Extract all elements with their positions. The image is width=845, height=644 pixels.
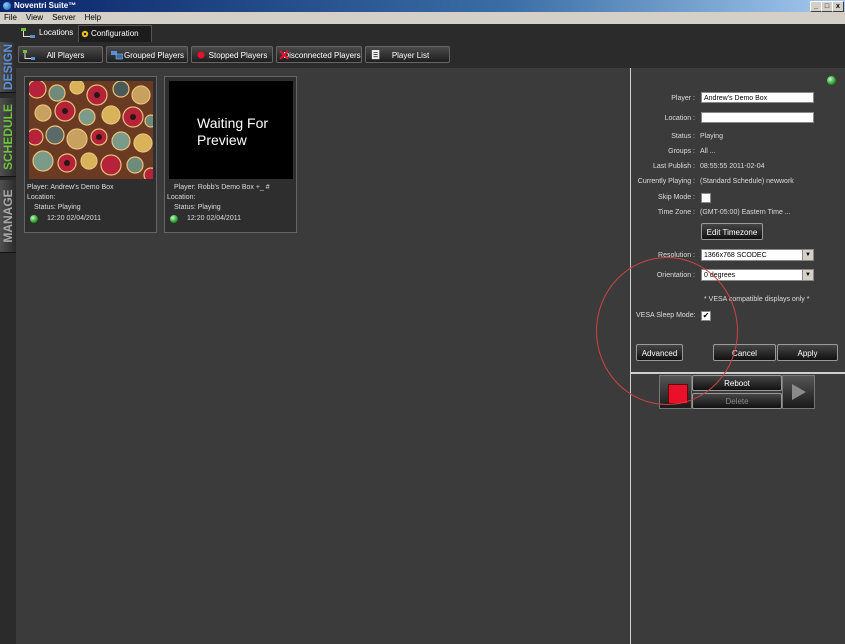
- tab-locations-label: Locations: [39, 28, 74, 37]
- chevron-down-icon: ▼: [802, 250, 813, 260]
- player-filter-toolbar: All Players Grouped Players Stopped Play…: [16, 42, 845, 68]
- chevron-down-icon: ▼: [802, 270, 813, 280]
- nav-manage[interactable]: MANAGE: [0, 180, 16, 253]
- location-label: Location :: [664, 115, 695, 122]
- monitors-icon: [111, 51, 123, 60]
- location-input[interactable]: [701, 112, 814, 123]
- gear-icon: [81, 30, 89, 38]
- status-label: Status :: [671, 133, 695, 140]
- status-value: Playing: [700, 133, 723, 140]
- player-list-button[interactable]: Player List: [365, 46, 450, 63]
- window-title: Noventri Suite™: [14, 1, 77, 10]
- player-card[interactable]: Waiting For Preview Player: Robb's Demo …: [164, 76, 297, 233]
- connection-status-icon: [827, 76, 836, 85]
- network-icon: [23, 50, 35, 60]
- preview-thumbnail: [29, 81, 153, 179]
- status-online-icon: [30, 215, 38, 223]
- nav-schedule[interactable]: SCHEDULE: [0, 98, 16, 177]
- close-button[interactable]: x: [832, 1, 844, 12]
- skip-mode-checkbox[interactable]: [701, 193, 711, 203]
- annotation-ring: [596, 257, 738, 405]
- currently-playing-value: (Standard Schedule) newwork: [700, 178, 794, 185]
- player-label: Player :: [671, 95, 695, 102]
- menu-file[interactable]: File: [4, 13, 17, 22]
- menu-bar: File View Server Help: [0, 12, 845, 24]
- all-players-label: All Players: [46, 51, 85, 60]
- nav-schedule-label: SCHEDULE: [1, 103, 15, 171]
- play-icon: [792, 384, 806, 400]
- player-timestamp: 12:20 02/04/2011: [47, 215, 101, 222]
- top-tabs: Locations Configuration: [0, 24, 845, 43]
- player-location: Location:: [27, 194, 56, 201]
- apply-button[interactable]: Apply: [777, 344, 838, 361]
- all-players-button[interactable]: All Players: [18, 46, 103, 63]
- edit-timezone-button[interactable]: Edit Timezone: [701, 223, 763, 240]
- player-name: Player: Robb's Demo Box +_ #: [174, 184, 270, 191]
- tab-configuration[interactable]: Configuration: [78, 25, 152, 42]
- app-icon: [3, 2, 11, 10]
- tab-configuration-label: Configuration: [91, 29, 139, 38]
- last-publish-value: 08:55:55 2011-02-04: [700, 163, 765, 170]
- nav-design-label: DESIGN: [1, 43, 15, 91]
- play-button[interactable]: [782, 375, 815, 409]
- menu-help[interactable]: Help: [85, 13, 101, 22]
- player-status: Status: Playing: [174, 204, 221, 211]
- skip-mode-label: Skip Mode :: [658, 194, 695, 201]
- groups-value[interactable]: All ...: [700, 148, 716, 155]
- resolution-select[interactable]: 1366x768 SCODEC ▼: [701, 249, 814, 261]
- time-zone-value: (GMT-05:00) Eastern Time ...: [700, 209, 791, 216]
- nav-design[interactable]: DESIGN: [0, 42, 16, 93]
- player-timestamp: 12:20 02/04/2011: [187, 215, 241, 222]
- menu-view[interactable]: View: [26, 13, 43, 22]
- red-x-icon: [279, 50, 289, 60]
- menu-server[interactable]: Server: [52, 13, 76, 22]
- player-card[interactable]: Player: Andrew's Demo Box Location: Stat…: [24, 76, 157, 233]
- delete-button[interactable]: Delete: [692, 393, 782, 409]
- time-zone-label: Time Zone :: [657, 209, 695, 216]
- status-online-icon: [170, 215, 178, 223]
- title-bar: Noventri Suite™ _ □ x: [0, 0, 845, 12]
- player-list-label: Player List: [391, 51, 430, 60]
- last-publish-label: Last Publish :: [652, 163, 695, 170]
- players-grid: Player: Andrew's Demo Box Location: Stat…: [22, 70, 629, 644]
- nav-manage-label: MANAGE: [1, 189, 15, 243]
- preview-placeholder: Waiting For Preview: [169, 81, 293, 179]
- grouped-players-button[interactable]: Grouped Players: [106, 46, 188, 63]
- player-location: Location:: [167, 194, 196, 201]
- network-icon: [21, 28, 35, 38]
- stopped-players-button[interactable]: Stopped Players: [191, 46, 273, 63]
- player-name: Player: Andrew's Demo Box: [27, 184, 114, 191]
- red-dot-icon: [197, 51, 205, 59]
- currently-playing-label: Currently Playing :: [637, 178, 695, 185]
- player-name-input[interactable]: Andrew's Demo Box: [701, 92, 814, 103]
- side-nav: DESIGN SCHEDULE MANAGE: [0, 42, 16, 644]
- resolution-value: 1366x768 SCODEC: [704, 252, 767, 259]
- groups-label: Groups :: [668, 148, 695, 155]
- player-status: Status: Playing: [34, 204, 81, 211]
- disconnected-players-button[interactable]: Disconnected Players: [276, 46, 362, 63]
- list-icon: [371, 50, 380, 60]
